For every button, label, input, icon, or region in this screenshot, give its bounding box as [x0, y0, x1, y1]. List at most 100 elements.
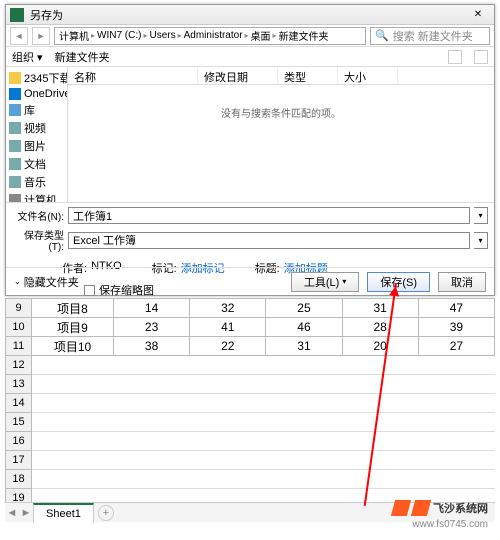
- cell[interactable]: 25: [266, 299, 342, 318]
- tree-item[interactable]: 库: [6, 101, 67, 119]
- table-row[interactable]: 18: [6, 470, 495, 489]
- cancel-button[interactable]: 取消: [438, 272, 486, 292]
- cell[interactable]: 39: [418, 318, 494, 337]
- row-header[interactable]: 17: [6, 451, 32, 470]
- help-icon[interactable]: [474, 50, 488, 64]
- table-row[interactable]: 17: [6, 451, 495, 470]
- nav-forward-button[interactable]: ►: [32, 27, 50, 45]
- filetype-dropdown[interactable]: ▾: [474, 232, 488, 249]
- media-icon: [9, 140, 21, 152]
- tab-sheet1[interactable]: Sheet1: [33, 503, 94, 523]
- cell[interactable]: 28: [342, 318, 418, 337]
- table-row[interactable]: 14: [6, 394, 495, 413]
- tree-item-label: 文档: [24, 156, 46, 172]
- spreadsheet-grid[interactable]: 9项目8143225314710项目9234146283911项目1038223…: [5, 298, 495, 508]
- folder-tree[interactable]: 2345下载OneDrive库视频图片文档音乐计算机WIN7 (C:)软件 (D…: [6, 67, 68, 202]
- tree-item-label: 计算机: [24, 192, 57, 202]
- title-bar: 另存为 ✕: [6, 5, 494, 25]
- tree-item[interactable]: 文档: [6, 155, 67, 173]
- row-header[interactable]: 9: [6, 299, 32, 318]
- breadcrumb[interactable]: 计算机▸WIN7 (C:)▸Users▸Administrator▸桌面▸新建文…: [54, 27, 366, 45]
- col-type[interactable]: 类型: [278, 67, 338, 84]
- row-header[interactable]: 13: [6, 375, 32, 394]
- row-header[interactable]: 12: [6, 356, 32, 375]
- filename-dropdown[interactable]: ▾: [474, 207, 488, 224]
- tree-item[interactable]: 音乐: [6, 173, 67, 191]
- cell[interactable]: 32: [190, 299, 266, 318]
- tab-nav-next[interactable]: ►: [19, 507, 33, 519]
- table-row[interactable]: 13: [6, 375, 495, 394]
- cell[interactable]: [32, 413, 495, 432]
- file-list-area: 名称 修改日期 类型 大小 没有与搜索条件匹配的项。: [68, 67, 494, 202]
- view-icon[interactable]: [448, 50, 462, 64]
- table-row[interactable]: 15: [6, 413, 495, 432]
- cell[interactable]: [32, 394, 495, 413]
- watermark: 飞沙系统网: [393, 500, 488, 516]
- nav-back-button[interactable]: ◄: [10, 27, 28, 45]
- filename-input[interactable]: 工作簿1: [68, 207, 470, 224]
- fav-icon: [9, 72, 21, 84]
- cell[interactable]: [32, 470, 495, 489]
- breadcrumb-segment[interactable]: 新建文件夹: [279, 28, 329, 43]
- cell[interactable]: 27: [418, 337, 494, 356]
- row-header[interactable]: 15: [6, 413, 32, 432]
- cell[interactable]: 31: [266, 337, 342, 356]
- new-folder-button[interactable]: 新建文件夹: [55, 49, 110, 65]
- cell[interactable]: [32, 432, 495, 451]
- cell[interactable]: 项目9: [32, 318, 114, 337]
- close-icon[interactable]: ✕: [466, 7, 490, 23]
- cell[interactable]: 31: [342, 299, 418, 318]
- breadcrumb-segment[interactable]: Users: [149, 30, 175, 41]
- breadcrumb-segment[interactable]: 计算机: [59, 28, 89, 43]
- row-header[interactable]: 16: [6, 432, 32, 451]
- tree-item[interactable]: OneDrive: [6, 87, 67, 101]
- table-row[interactable]: 12: [6, 356, 495, 375]
- breadcrumb-segment[interactable]: 桌面: [251, 28, 271, 43]
- cell[interactable]: 项目8: [32, 299, 114, 318]
- tree-item[interactable]: 2345下载: [6, 69, 67, 87]
- cell[interactable]: [32, 375, 495, 394]
- tree-item-label: 2345下载: [24, 70, 68, 86]
- bottom-bar: ⌄隐藏文件夹 工具(L)▾ 保存(S) 取消: [6, 267, 494, 295]
- table-row[interactable]: 10项目92341462839: [6, 318, 495, 337]
- tools-button[interactable]: 工具(L)▾: [291, 272, 359, 292]
- cell[interactable]: 46: [266, 318, 342, 337]
- row-header[interactable]: 18: [6, 470, 32, 489]
- search-input[interactable]: 🔍搜索 新建文件夹: [370, 27, 490, 45]
- tree-item-label: 音乐: [24, 174, 46, 190]
- cell[interactable]: 20: [342, 337, 418, 356]
- row-header[interactable]: 14: [6, 394, 32, 413]
- tree-item[interactable]: 计算机: [6, 191, 67, 202]
- filetype-label: 保存类型(T):: [12, 227, 64, 253]
- media-icon: [9, 122, 21, 134]
- cell[interactable]: 14: [114, 299, 190, 318]
- cell[interactable]: [32, 356, 495, 375]
- add-sheet-button[interactable]: +: [98, 505, 114, 521]
- table-row[interactable]: 11项目103822312027: [6, 337, 495, 356]
- filetype-select[interactable]: Excel 工作簿: [68, 232, 470, 249]
- col-date[interactable]: 修改日期: [198, 67, 278, 84]
- cell[interactable]: 项目10: [32, 337, 114, 356]
- breadcrumb-segment[interactable]: Administrator: [184, 30, 243, 41]
- cell[interactable]: 47: [418, 299, 494, 318]
- media-icon: [9, 158, 21, 170]
- organize-button[interactable]: 组织 ▾: [12, 49, 43, 65]
- row-header[interactable]: 10: [6, 318, 32, 337]
- breadcrumb-segment[interactable]: WIN7 (C:): [97, 30, 141, 41]
- col-size[interactable]: 大小: [338, 67, 398, 84]
- cell[interactable]: 41: [190, 318, 266, 337]
- hide-folders-button[interactable]: ⌄隐藏文件夹: [14, 274, 79, 290]
- excel-icon: [10, 8, 24, 22]
- table-row[interactable]: 16: [6, 432, 495, 451]
- column-headers[interactable]: 名称 修改日期 类型 大小: [68, 67, 494, 85]
- cell[interactable]: 23: [114, 318, 190, 337]
- col-name[interactable]: 名称: [68, 67, 198, 84]
- tree-item[interactable]: 图片: [6, 137, 67, 155]
- tab-nav-prev[interactable]: ◄: [5, 507, 19, 519]
- cell[interactable]: [32, 451, 495, 470]
- cell[interactable]: 22: [190, 337, 266, 356]
- cell[interactable]: 38: [114, 337, 190, 356]
- table-row[interactable]: 9项目81432253147: [6, 299, 495, 318]
- tree-item[interactable]: 视频: [6, 119, 67, 137]
- row-header[interactable]: 11: [6, 337, 32, 356]
